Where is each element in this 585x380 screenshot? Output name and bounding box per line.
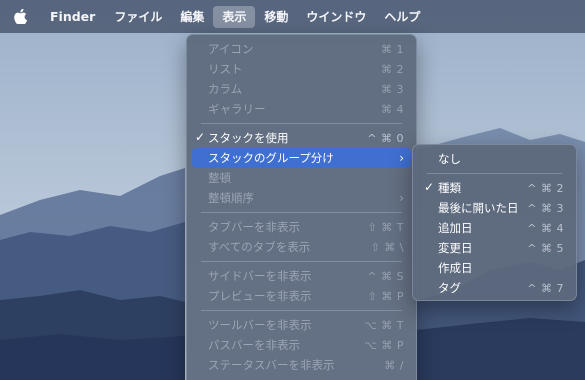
menu-item-shortcut: ^ ⌘ 3	[527, 201, 564, 215]
submenu-item-none[interactable]: なし	[418, 149, 571, 169]
menu-item-label: スタックを使用	[208, 131, 289, 145]
menubar-view[interactable]: 表示	[213, 5, 256, 28]
menu-item-label: 最後に開いた日	[438, 201, 519, 215]
menu-item-label: すべてのタブを表示	[208, 240, 311, 254]
menu-item-shortcut: ⇧ ⌘ \	[370, 240, 404, 254]
menu-item-label: アイコン	[208, 42, 254, 56]
menu-item-label: 変更日	[438, 241, 473, 255]
menu-item-shortcut: ⇧ ⌘ T	[367, 220, 404, 234]
menu-item-label: スタックのグループ分け	[208, 151, 334, 165]
menu-item-group-stacks-by[interactable]: スタックのグループ分け ›	[192, 148, 411, 168]
menu-item-label: 整頓	[208, 171, 231, 185]
submenu-item-tags[interactable]: タグ ^ ⌘ 7	[418, 278, 571, 298]
menubar-window[interactable]: ウインドウ	[297, 6, 375, 28]
menu-item-shortcut: ⌥ ⌘ T	[364, 318, 404, 332]
menubar-file[interactable]: ファイル	[105, 6, 171, 28]
menu-item-label: ギャラリー	[208, 102, 266, 116]
menu-separator	[201, 123, 402, 124]
menu-separator	[201, 261, 402, 262]
menu-item-use-stacks[interactable]: ✓ スタックを使用 ^ ⌘ 0	[192, 128, 411, 148]
menu-item-label: ステータスバーを非表示	[208, 358, 335, 372]
menu-item-shortcut: ⌥ ⌘ P	[364, 338, 404, 352]
menu-item-shortcut: ^ ⌘ 5	[527, 241, 564, 255]
menu-item-list[interactable]: リスト ⌘ 2	[192, 59, 411, 79]
menu-item-label: 種類	[438, 181, 461, 195]
menu-item-label: なし	[438, 152, 461, 166]
menu-item-label: リスト	[208, 62, 243, 76]
menu-item-label: 追加日	[438, 221, 473, 235]
menu-item-shortcut: ^ ⌘ 2	[527, 181, 564, 195]
menu-item-columns[interactable]: カラム ⌘ 3	[192, 79, 411, 99]
menu-item-label: 作成日	[438, 261, 473, 275]
menu-item-gallery[interactable]: ギャラリー ⌘ 4	[192, 99, 411, 119]
checkmark-icon: ✓	[424, 180, 435, 194]
menu-separator	[201, 310, 402, 311]
menu-item-hide-tab-bar[interactable]: タブバーを非表示 ⇧ ⌘ T	[192, 217, 411, 237]
menu-item-label: ツールバーを非表示	[208, 318, 312, 332]
menu-item-hide-path-bar[interactable]: パスバーを非表示 ⌥ ⌘ P	[192, 335, 411, 355]
menu-item-label: プレビューを非表示	[208, 289, 312, 303]
menu-item-label: サイドバーを非表示	[208, 269, 312, 283]
menu-separator	[427, 173, 562, 174]
menu-item-label: タグ	[438, 281, 461, 295]
menu-item-hide-toolbar[interactable]: ツールバーを非表示 ⌥ ⌘ T	[192, 315, 411, 335]
menu-item-label: パスバーを非表示	[208, 338, 300, 352]
menu-item-clean-up[interactable]: 整頓	[192, 168, 411, 188]
group-stacks-submenu: なし ✓ 種類 ^ ⌘ 2 最後に開いた日 ^ ⌘ 3 追加日 ^ ⌘ 4 変更…	[412, 144, 577, 301]
menu-item-label: 整頓順序	[208, 191, 254, 205]
menu-separator	[201, 212, 402, 213]
menu-item-label: カラム	[208, 82, 243, 96]
menu-item-hide-sidebar[interactable]: サイドバーを非表示 ^ ⌘ S	[192, 266, 411, 286]
menu-item-shortcut: ^ ⌘ S	[367, 269, 404, 283]
menu-item-hide-status-bar[interactable]: ステータスバーを非表示 ⌘ /	[192, 355, 411, 375]
menu-item-shortcut: ^ ⌘ 0	[367, 131, 404, 145]
menubar-app-finder[interactable]: Finder	[40, 6, 105, 28]
menu-item-shortcut: ⌘ 1	[381, 42, 404, 56]
submenu-item-date-last-opened[interactable]: 最後に開いた日 ^ ⌘ 3	[418, 198, 571, 218]
menu-item-shortcut: ⇧ ⌘ P	[367, 289, 404, 303]
chevron-right-icon: ›	[399, 191, 404, 205]
checkmark-icon: ✓	[195, 130, 206, 144]
menu-item-shortcut: ⌘ 4	[381, 102, 404, 116]
menu-item-label: タブバーを非表示	[208, 220, 300, 234]
submenu-item-date-created[interactable]: 作成日	[418, 258, 571, 278]
menu-item-shortcut: ^ ⌘ 4	[527, 221, 564, 235]
menubar-go[interactable]: 移動	[255, 6, 297, 28]
menu-item-show-all-tabs[interactable]: すべてのタブを表示 ⇧ ⌘ \	[192, 237, 411, 257]
menu-bar: Finder ファイル 編集 表示 移動 ウインドウ ヘルプ	[0, 0, 585, 33]
menu-item-shortcut: ⌘ 2	[381, 62, 404, 76]
menu-item-hide-preview[interactable]: プレビューを非表示 ⇧ ⌘ P	[192, 286, 411, 306]
submenu-item-date-modified[interactable]: 変更日 ^ ⌘ 5	[418, 238, 571, 258]
menubar-edit[interactable]: 編集	[171, 6, 213, 28]
menu-item-clean-up-by[interactable]: 整頓順序 ›	[192, 188, 411, 208]
menu-item-shortcut: ^ ⌘ 7	[527, 281, 564, 295]
apple-logo-icon[interactable]	[0, 0, 40, 33]
submenu-item-kind[interactable]: ✓ 種類 ^ ⌘ 2	[418, 178, 571, 198]
menu-item-shortcut: ⌘ /	[384, 358, 404, 372]
view-menu: アイコン ⌘ 1 リスト ⌘ 2 カラム ⌘ 3 ギャラリー ⌘ 4 ✓ スタッ…	[186, 34, 417, 380]
menu-item-icons[interactable]: アイコン ⌘ 1	[192, 39, 411, 59]
submenu-item-date-added[interactable]: 追加日 ^ ⌘ 4	[418, 218, 571, 238]
menu-item-shortcut: ⌘ 3	[381, 82, 404, 96]
chevron-right-icon: ›	[399, 151, 404, 165]
menubar-help[interactable]: ヘルプ	[375, 6, 429, 28]
